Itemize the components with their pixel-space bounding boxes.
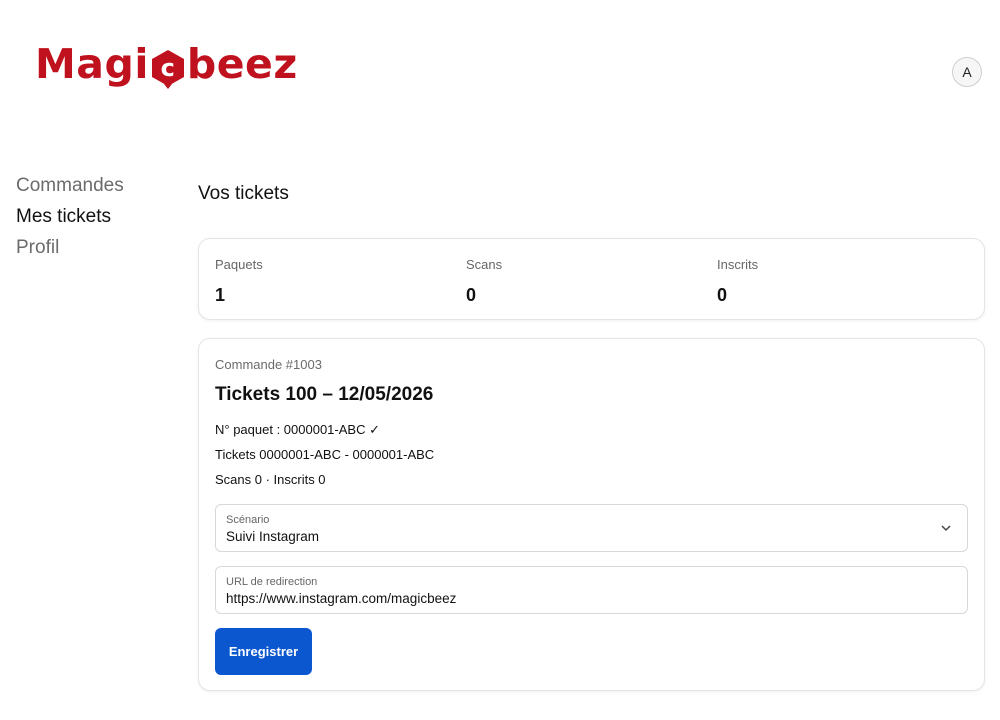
stat-label: Inscrits xyxy=(717,257,759,272)
logo-text-mid: c xyxy=(161,54,176,82)
order-number: Commande #1003 xyxy=(215,357,322,372)
scan-summary: Scans 0 · Inscrits 0 xyxy=(215,472,326,487)
save-button[interactable]: Enregistrer xyxy=(215,628,312,675)
package-number: N° paquet : 0000001-ABC ✓ xyxy=(215,422,380,437)
sidebar-item-profil[interactable]: Profil xyxy=(16,232,186,263)
ticket-range: Tickets 0000001-ABC - 0000001-ABC xyxy=(215,447,435,462)
chevron-down-icon xyxy=(939,521,953,535)
sidebar-item-mes-tickets[interactable]: Mes tickets xyxy=(16,201,186,232)
order-info: N° paquet : 0000001-ABC ✓ Tickets 000000… xyxy=(215,417,968,492)
logo-text-right: beez xyxy=(186,40,298,88)
scenario-select[interactable]: Scénario Suivi Instagram xyxy=(215,504,968,552)
user-avatar[interactable]: A xyxy=(952,57,982,87)
order-card: Commande #1003 Tickets 100 – 12/05/2026 … xyxy=(198,338,985,691)
logo-hexagon-icon: c xyxy=(150,49,186,89)
magicbeez-logo[interactable]: Magi c beez xyxy=(35,40,298,89)
stat-value: 1 xyxy=(215,285,226,305)
stat-scans: Scans 0 xyxy=(466,257,717,319)
page-title: Vos tickets xyxy=(198,183,289,204)
header: Magi c beez A xyxy=(0,0,1000,130)
stat-label: Paquets xyxy=(215,257,263,272)
redirect-url-value: https://www.instagram.com/magicbeez xyxy=(226,591,457,606)
order-title: Tickets 100 – 12/05/2026 xyxy=(215,384,434,405)
stat-value: 0 xyxy=(717,285,728,305)
sidebar-item-commandes[interactable]: Commandes xyxy=(16,170,186,201)
stat-paquets: Paquets 1 xyxy=(215,257,466,319)
sidebar-nav: Commandes Mes tickets Profil xyxy=(16,170,186,263)
redirect-url-label: URL de redirection xyxy=(226,576,318,588)
stats-card: Paquets 1 Scans 0 Inscrits 0 xyxy=(198,238,985,320)
main-content: Vos tickets Paquets 1 Scans 0 Inscrits 0… xyxy=(198,180,985,691)
scenario-value: Suivi Instagram xyxy=(226,529,320,544)
logo-text-left: Magi xyxy=(35,40,149,88)
stat-label: Scans xyxy=(466,257,503,272)
stat-value: 0 xyxy=(466,285,477,305)
scenario-label: Scénario xyxy=(226,514,270,526)
stat-inscrits: Inscrits 0 xyxy=(717,257,968,319)
redirect-url-input[interactable]: URL de redirection https://www.instagram… xyxy=(215,566,968,614)
